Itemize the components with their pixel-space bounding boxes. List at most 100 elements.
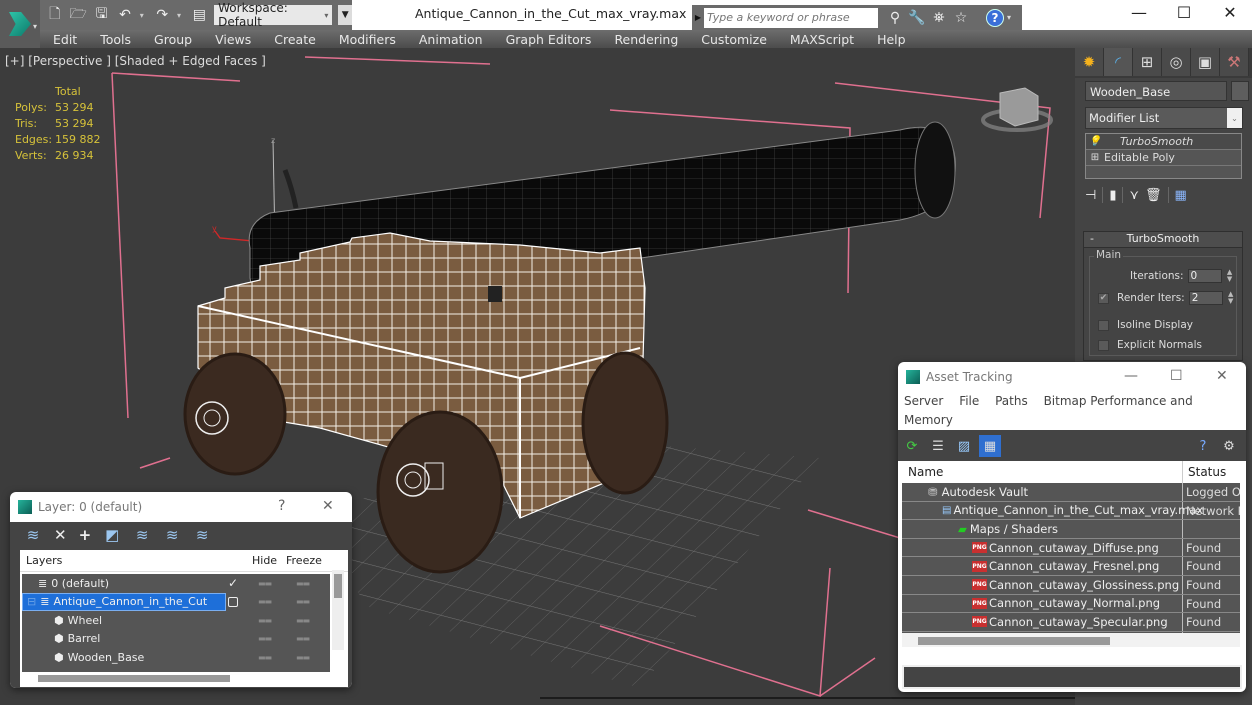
modifier-list-dropdown[interactable]: Modifier List ⌄	[1085, 107, 1243, 129]
list-view-icon[interactable]: ☰	[927, 435, 949, 457]
menu-customize[interactable]: Customize	[701, 32, 767, 47]
show-end-result-icon[interactable]: ▮	[1109, 188, 1116, 203]
menu-views[interactable]: Views	[215, 32, 251, 47]
current-layer-checkmark-icon[interactable]: ✓	[228, 576, 238, 590]
asset-row[interactable]: PNG Cannon_cutaway_Specular.png Found	[902, 613, 1240, 632]
maximize-button[interactable]: ☐	[1170, 368, 1183, 384]
render-iters-checkbox[interactable]: ✔	[1098, 292, 1109, 304]
table-view-icon[interactable]: ▦	[979, 435, 1001, 457]
binoculars-icon[interactable]: ⚲	[884, 10, 906, 26]
vertical-scrollbar[interactable]	[332, 570, 344, 650]
make-unique-icon[interactable]: ⋎	[1129, 188, 1139, 203]
object-row[interactable]: ⬢ Wooden_Base ▬▬ ▬▬	[22, 648, 330, 667]
hide-toggle[interactable]: ▬▬	[258, 616, 272, 625]
menu-help[interactable]: Help	[877, 32, 906, 47]
add-to-layer-icon[interactable]: +	[79, 526, 92, 544]
freeze-toggle[interactable]: ▬▬	[296, 579, 310, 588]
horizontal-scrollbar[interactable]	[902, 633, 1240, 647]
pin-stack-icon[interactable]: ⊣	[1085, 188, 1096, 203]
explicit-normals-checkbox[interactable]	[1098, 339, 1109, 351]
redo-dropdown-icon[interactable]: ▾	[177, 11, 185, 20]
horizontal-scrollbar[interactable]	[22, 672, 330, 684]
undo-dropdown-icon[interactable]: ▾	[140, 11, 148, 20]
set-current-checkbox[interactable]	[228, 596, 238, 607]
asset-row[interactable]: ⛃ Autodesk Vault Logged O	[902, 483, 1240, 502]
menu-modifiers[interactable]: Modifiers	[339, 32, 396, 47]
spinner-arrows-icon[interactable]: ▲ ▼	[1225, 269, 1235, 283]
iterations-input[interactable]: 0	[1187, 269, 1222, 283]
viewport-label-menu[interactable]: [+] [Perspective ] [Shaded + Edged Faces…	[5, 54, 266, 68]
menu-server[interactable]: Server	[904, 394, 943, 408]
app-menu-button[interactable]: ▾	[0, 0, 40, 48]
remove-modifier-icon[interactable]: 🗑	[1145, 188, 1162, 203]
undo-icon[interactable]: ↶	[116, 6, 133, 24]
close-button[interactable]: ✕	[1216, 368, 1228, 384]
freeze-toggle[interactable]: ▬▬	[296, 634, 310, 643]
minimize-button[interactable]: —	[1119, 3, 1159, 22]
hide-toggle[interactable]: ▬▬	[258, 597, 272, 606]
tab-motion[interactable]: ◎	[1162, 48, 1191, 76]
column-name[interactable]: Name	[902, 465, 1182, 479]
expand-plus-icon[interactable]: ⊞	[1086, 152, 1104, 163]
search-input[interactable]	[704, 7, 878, 28]
column-freeze[interactable]: Freeze	[282, 554, 322, 567]
column-status[interactable]: Status	[1182, 465, 1226, 479]
hide-toggle[interactable]: ▬▬	[258, 634, 272, 643]
menu-graph-editors[interactable]: Graph Editors	[506, 32, 592, 47]
chevron-down-icon[interactable]: ▾	[1007, 13, 1011, 22]
help-button[interactable]: ?	[278, 498, 285, 514]
dialog-title-bar[interactable]: Asset Tracking — ☐ ✕	[898, 362, 1246, 392]
freeze-toggle[interactable]: ▬▬	[296, 653, 310, 662]
layer-row[interactable]: ≣ 0 (default) ✓ ▬▬ ▬▬	[22, 574, 330, 593]
object-name-field[interactable]: Wooden_Base	[1085, 81, 1227, 101]
freeze-toggle[interactable]: ▬▬	[296, 616, 310, 625]
asset-row[interactable]: PNG Cannon_cutaway_Diffuse.png Found	[902, 539, 1240, 558]
dialog-title-bar[interactable]: Layer: 0 (default) ? ✕	[10, 492, 352, 522]
menu-animation[interactable]: Animation	[419, 32, 483, 47]
menu-maxscript[interactable]: MAXScript	[790, 32, 854, 47]
spinner-arrows-icon[interactable]: ▲ ▼	[1226, 291, 1236, 305]
collapse-icon[interactable]: ⊟	[27, 595, 36, 608]
object-color-swatch[interactable]	[1231, 81, 1249, 101]
column-hide[interactable]: Hide	[252, 554, 282, 567]
asset-row[interactable]: PNG Cannon_cutaway_Normal.png Found	[902, 595, 1240, 614]
delete-layer-icon[interactable]: ✕	[54, 526, 67, 544]
rollout-header[interactable]: - TurboSmooth	[1084, 232, 1242, 248]
stack-item-editable-poly[interactable]: ⊞ Editable Poly	[1086, 150, 1241, 166]
highlight-help-icon[interactable]: ⚙	[1218, 435, 1240, 457]
freeze-toggle[interactable]: ▬▬	[296, 597, 310, 606]
new-file-icon[interactable]: 🗋	[46, 6, 63, 24]
key-icon[interactable]: 🔧	[906, 10, 928, 26]
thumbnail-view-icon[interactable]: ▨	[953, 435, 975, 457]
object-row[interactable]: ⬢ Wheel ▬▬ ▬▬	[22, 611, 330, 630]
create-layer-icon[interactable]: ≋	[24, 526, 42, 544]
freeze-all-layers-icon[interactable]: ≋	[193, 526, 211, 544]
stack-item-turbosmooth[interactable]: 💡 TurboSmooth	[1086, 134, 1241, 150]
menu-create[interactable]: Create	[274, 32, 316, 47]
asset-row[interactable]: PNG Cannon_cutaway_Fresnel.png Found	[902, 557, 1240, 576]
save-icon[interactable]: 🖫	[93, 6, 110, 24]
customize-toolbar-button[interactable]: ▼	[338, 5, 352, 25]
close-button[interactable]: ✕	[1210, 3, 1250, 22]
layer-row[interactable]: ⊟ ≣ Antique_Cannon_in_the_Cut ▬▬ ▬▬	[22, 592, 330, 612]
menu-group[interactable]: Group	[154, 32, 192, 47]
column-layers[interactable]: Layers	[20, 554, 252, 567]
open-folder-icon[interactable]: 🗁	[69, 6, 86, 24]
hide-all-layers-icon[interactable]: ≋	[163, 526, 181, 544]
hide-toggle[interactable]: ▬▬	[258, 653, 272, 662]
highlight-layer-icon[interactable]: ≋	[133, 526, 151, 544]
menu-edit[interactable]: Edit	[53, 32, 77, 47]
redo-icon[interactable]: ↷	[154, 6, 171, 24]
asset-row[interactable]: PNG Cannon_cutaway_Glossiness.png Found	[902, 576, 1240, 595]
workspace-select[interactable]: Workspace: Default ▾	[214, 1, 333, 29]
menu-rendering[interactable]: Rendering	[614, 32, 678, 47]
expand-arrow-icon[interactable]: ▶	[692, 13, 704, 22]
viewcube[interactable]	[981, 87, 1053, 132]
tab-utilities[interactable]: ⚒	[1220, 48, 1249, 76]
project-folder-icon[interactable]: ▤	[191, 6, 208, 24]
satellite-icon[interactable]: ⛯	[928, 10, 950, 26]
asset-row[interactable]: ▤ Antique_Cannon_in_the_Cut_max_vray.max …	[902, 502, 1240, 521]
asset-row[interactable]: ▰ Maps / Shaders	[902, 520, 1240, 539]
menu-paths[interactable]: Paths	[995, 394, 1028, 408]
object-row[interactable]: ⬢ Barrel ▬▬ ▬▬	[22, 630, 330, 649]
